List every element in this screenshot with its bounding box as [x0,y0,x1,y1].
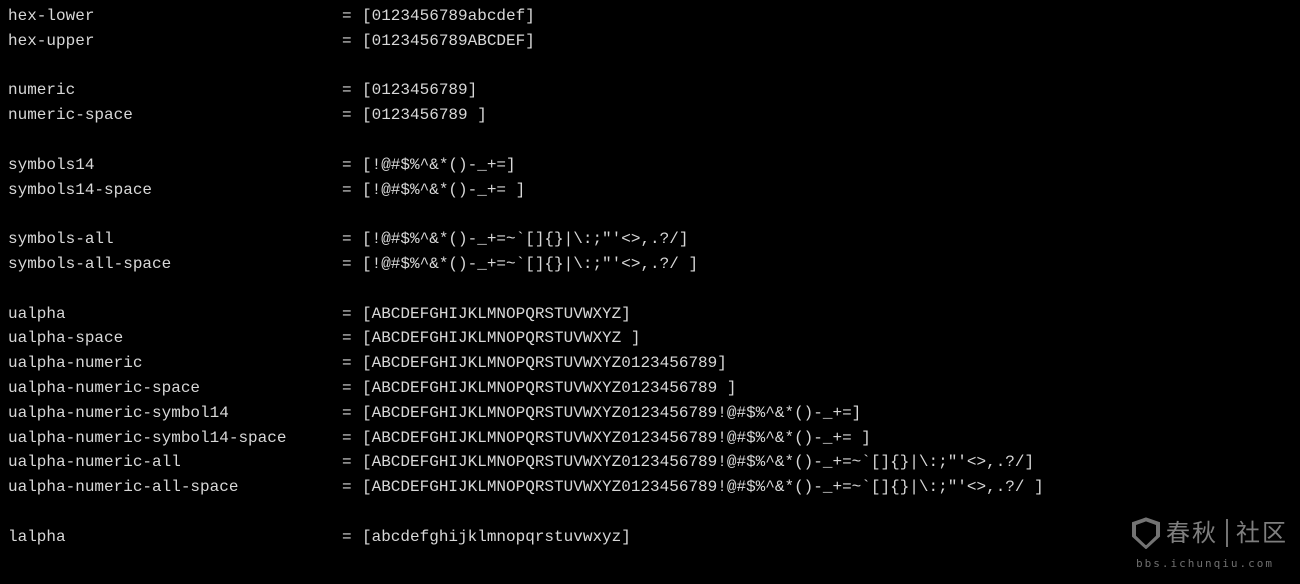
charset-value: [ABCDEFGHIJKLMNOPQRSTUVWXYZ0123456789!@#… [362,426,871,451]
charset-value: [abcdefghijklmnopqrstuvwxyz] [362,525,631,550]
charset-row: numeric-space=[0123456789 ] [8,103,1292,128]
equals-sign: = [342,103,362,128]
equals-sign: = [342,4,362,29]
charset-value: [!@#$%^&*()-_+=~`[]{}|\:;"'<>,.?/ ] [362,252,698,277]
charset-value: [ABCDEFGHIJKLMNOPQRSTUVWXYZ0123456789!@#… [362,450,1034,475]
charset-key: hex-upper [8,29,342,54]
charset-key: symbols-all [8,227,342,252]
charset-key: numeric-space [8,103,342,128]
charset-key: ualpha-numeric [8,351,342,376]
charset-row: symbols-all-space=[!@#$%^&*()-_+=~`[]{}|… [8,252,1292,277]
charset-key: ualpha-space [8,326,342,351]
terminal-output: hex-lower=[0123456789abcdef]hex-upper=[0… [8,4,1292,550]
charset-key: symbols14-space [8,178,342,203]
charset-key: hex-lower [8,4,342,29]
charset-value: [ABCDEFGHIJKLMNOPQRSTUVWXYZ0123456789] [362,351,727,376]
charset-row: ualpha-numeric=[ABCDEFGHIJKLMNOPQRSTUVWX… [8,351,1292,376]
charset-value: [ABCDEFGHIJKLMNOPQRSTUVWXYZ0123456789!@#… [362,401,861,426]
equals-sign: = [342,326,362,351]
charset-value: [ABCDEFGHIJKLMNOPQRSTUVWXYZ0123456789 ] [362,376,736,401]
charset-row: ualpha-numeric-all-space=[ABCDEFGHIJKLMN… [8,475,1292,500]
charset-row: symbols14=[!@#$%^&*()-_+=] [8,153,1292,178]
charset-key: ualpha-numeric-space [8,376,342,401]
charset-value: [0123456789abcdef] [362,4,535,29]
equals-sign: = [342,426,362,451]
blank-line [8,277,1292,302]
charset-key: ualpha-numeric-all [8,450,342,475]
equals-sign: = [342,351,362,376]
charset-row: ualpha=[ABCDEFGHIJKLMNOPQRSTUVWXYZ] [8,302,1292,327]
equals-sign: = [342,78,362,103]
charset-row: hex-upper=[0123456789ABCDEF] [8,29,1292,54]
charset-row: symbols-all=[!@#$%^&*()-_+=~`[]{}|\:;"'<… [8,227,1292,252]
equals-sign: = [342,376,362,401]
watermark-sub-text: bbs.ichunqiu.com [1136,555,1274,572]
charset-value: [!@#$%^&*()-_+=] [362,153,516,178]
charset-key: symbols-all-space [8,252,342,277]
charset-row: numeric=[0123456789] [8,78,1292,103]
equals-sign: = [342,525,362,550]
charset-key: ualpha-numeric-symbol14 [8,401,342,426]
charset-value: [ABCDEFGHIJKLMNOPQRSTUVWXYZ] [362,302,631,327]
blank-line [8,500,1292,525]
charset-key: numeric [8,78,342,103]
charset-key: ualpha-numeric-symbol14-space [8,426,342,451]
equals-sign: = [342,401,362,426]
charset-value: [0123456789 ] [362,103,487,128]
charset-value: [ABCDEFGHIJKLMNOPQRSTUVWXYZ0123456789!@#… [362,475,1044,500]
equals-sign: = [342,302,362,327]
charset-row: lalpha=[abcdefghijklmnopqrstuvwxyz] [8,525,1292,550]
equals-sign: = [342,450,362,475]
charset-row: ualpha-space=[ABCDEFGHIJKLMNOPQRSTUVWXYZ… [8,326,1292,351]
charset-row: ualpha-numeric-symbol14-space=[ABCDEFGHI… [8,426,1292,451]
equals-sign: = [342,227,362,252]
charset-row: symbols14-space=[!@#$%^&*()-_+= ] [8,178,1292,203]
equals-sign: = [342,252,362,277]
charset-value: [!@#$%^&*()-_+=~`[]{}|\:;"'<>,.?/] [362,227,688,252]
charset-value: [0123456789ABCDEF] [362,29,535,54]
charset-key: symbols14 [8,153,342,178]
blank-line [8,202,1292,227]
equals-sign: = [342,475,362,500]
charset-key: ualpha-numeric-all-space [8,475,342,500]
charset-row: ualpha-numeric-all=[ABCDEFGHIJKLMNOPQRST… [8,450,1292,475]
charset-key: ualpha [8,302,342,327]
equals-sign: = [342,178,362,203]
charset-value: [ABCDEFGHIJKLMNOPQRSTUVWXYZ ] [362,326,640,351]
charset-value: [!@#$%^&*()-_+= ] [362,178,525,203]
charset-row: ualpha-numeric-symbol14=[ABCDEFGHIJKLMNO… [8,401,1292,426]
equals-sign: = [342,153,362,178]
blank-line [8,54,1292,79]
charset-key: lalpha [8,525,342,550]
charset-row: hex-lower=[0123456789abcdef] [8,4,1292,29]
charset-row: ualpha-numeric-space=[ABCDEFGHIJKLMNOPQR… [8,376,1292,401]
equals-sign: = [342,29,362,54]
charset-value: [0123456789] [362,78,477,103]
blank-line [8,128,1292,153]
